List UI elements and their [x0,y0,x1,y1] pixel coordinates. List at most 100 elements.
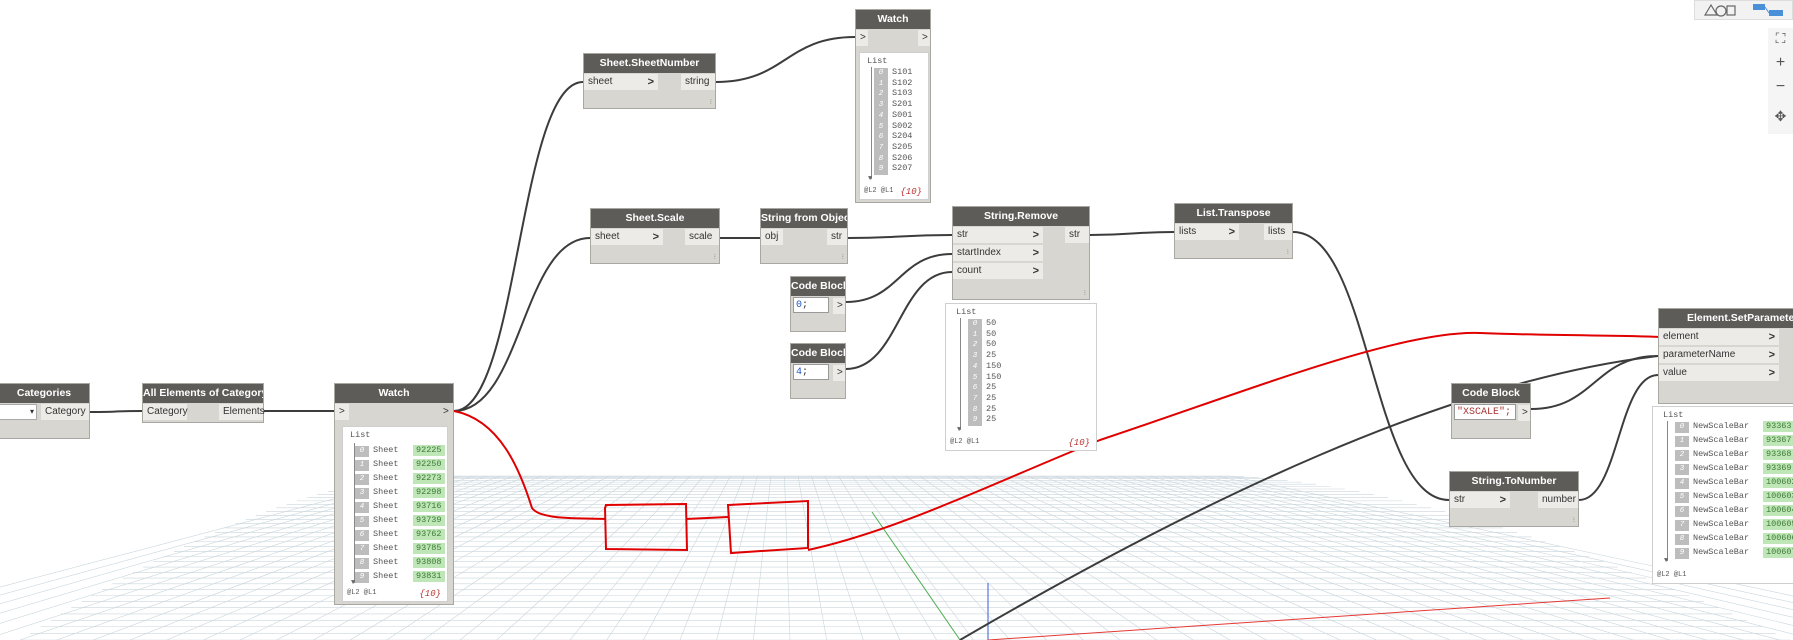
node-title: All Elements of Category [143,384,263,403]
watch-elements-node[interactable]: Watch > > List ▼ 0 Sheet 92225 1 Sheet 92250 2… [334,383,454,605]
output-port[interactable]: > [833,365,845,381]
list-value: S207 [892,163,913,174]
output-port[interactable]: > [439,404,453,420]
input-port-element: element > [1659,329,1779,345]
list-item: 0 Sheet 92225 [355,445,445,457]
sheet-scale-node[interactable]: Sheet.Scale sheet > scale ⁝ [590,208,720,264]
zoom-in-icon[interactable]: + [1768,54,1793,72]
graph-canvas[interactable]: Categories ▾ Category All Elements of Ca… [0,0,1793,640]
set-parameter-node[interactable]: Element.SetParameterBy element> paramete… [1658,308,1793,404]
list-value: 25 [986,414,997,425]
list-value: S205 [892,141,913,152]
list-item: 0 NewScaleBar 93363 [1675,421,1793,433]
output-port[interactable]: > [918,30,930,46]
element-id[interactable]: 100603 [1763,491,1793,502]
element-id[interactable]: 93785 [413,543,445,554]
input-port-sheet: sheet > [584,74,658,90]
category-dropdown[interactable]: ▾ [0,404,37,420]
code-block-node[interactable]: Code Block 4; > [790,343,846,399]
node-title: List.Transpose [1175,204,1292,223]
list-item: 9 S207 [874,163,913,176]
output-port[interactable]: > [1518,405,1530,421]
element-id[interactable]: 100606 [1763,533,1793,544]
string-remove-node[interactable]: String.Remove str > str startIndex > count… [952,206,1090,300]
output-port-string[interactable]: string [681,74,715,90]
wire-parametername[interactable] [1530,355,1659,410]
wire-count[interactable] [845,271,953,370]
element-id[interactable]: 93762 [413,529,445,540]
element-id[interactable]: 100605 [1763,519,1793,530]
wire-str-to-remove[interactable] [847,234,953,239]
list-value: NewScaleBar [1693,463,1750,473]
output-port-scale[interactable]: scale [685,229,719,245]
element-id[interactable]: 93831 [413,571,445,582]
code-editor[interactable]: "XSCALE"; [1454,404,1516,420]
input-port-obj[interactable]: obj [761,229,783,245]
element-id[interactable]: 93739 [413,515,445,526]
input-port[interactable]: > [335,404,349,420]
wire-startindex[interactable] [845,253,953,303]
input-port-sheet: sheet > [591,229,663,245]
output-port-number[interactable]: number [1538,492,1578,508]
input-port[interactable]: > [856,30,868,46]
output-port-str[interactable]: str [827,229,847,245]
list-item: 4 S001 [874,110,912,122]
list-label: List [867,56,888,66]
red-annotation-stroke [685,516,729,520]
code-editor[interactable]: 4; [793,364,829,380]
element-id[interactable]: 93368 [1763,449,1793,460]
list-index: 4 [1675,478,1689,489]
code-editor[interactable]: 0; [793,297,829,313]
list-item: 9 Sheet 93831 [355,571,445,583]
element-id[interactable]: 93367 [1763,435,1793,446]
list-value: Sheet [373,515,399,525]
element-id[interactable]: 93808 [413,557,445,568]
categories-node[interactable]: Categories ▾ Category [0,383,90,439]
node-title: Sheet.SheetNumber [584,54,715,73]
wire-remove-to-transpose[interactable] [1089,231,1175,236]
wire-to-watch-numbers[interactable] [715,36,856,83]
wire-category[interactable] [89,410,143,413]
element-id[interactable]: 92298 [413,487,445,498]
graph-view-icon[interactable] [1749,1,1789,19]
code-block-node[interactable]: Code Block "XSCALE"; > [1451,383,1531,439]
element-id[interactable]: 100604 [1763,505,1793,516]
all-elements-node[interactable]: All Elements of Category Category Elemen… [142,383,265,423]
element-id[interactable]: 93369 [1763,463,1793,474]
element-id[interactable]: 93716 [413,501,445,512]
list-transpose-node[interactable]: List.Transpose lists > lists ⁝ [1174,203,1293,259]
input-port-category[interactable]: Category [143,404,188,420]
list-value: NewScaleBar [1693,505,1750,515]
zoom-controls: ⛶ + − ✥ [1768,28,1793,134]
wire-to-sheet-scale[interactable] [453,237,591,412]
list-value: 25 [986,382,997,393]
output-port-category[interactable]: Category [41,404,89,420]
watch-numbers-node[interactable]: Watch > > List ▼ 0 S101 1 S102 2 S103 3 S201 4 S0… [855,9,931,203]
list-item: 4 NewScaleBar 100602 [1675,477,1793,489]
element-id[interactable]: 100607 [1763,547,1793,558]
element-id[interactable]: 100602 [1763,477,1793,488]
output-port-str[interactable]: str [1065,227,1089,243]
list-item: 4 150 [968,361,1006,373]
zoom-out-icon[interactable]: − [1768,78,1793,96]
list-item: 6 NewScaleBar 100604 [1675,505,1793,517]
pan-icon[interactable]: ✥ [1768,108,1793,125]
node-title: String.Remove [953,207,1089,226]
list-item: 3 NewScaleBar 93369 [1675,463,1793,475]
element-id[interactable]: 92273 [413,473,445,484]
output-port-lists[interactable]: lists [1264,224,1292,240]
fit-view-icon[interactable]: ⛶ [1768,30,1793,47]
string-from-object-node[interactable]: String from Object obj str ⁝ [760,208,848,264]
code-block-node[interactable]: Code Block 0; > [790,276,846,332]
element-id[interactable]: 92250 [413,459,445,470]
output-port[interactable]: > [833,298,845,314]
element-id[interactable]: 93363 [1763,421,1793,432]
element-id[interactable]: 92225 [413,445,445,456]
sheet-number-node[interactable]: Sheet.SheetNumber sheet > string ⁝ [583,53,716,109]
output-port-elements[interactable]: Elements [219,404,265,420]
wire-to-sheet-number[interactable] [453,81,584,412]
geometry-view-icon[interactable] [1701,1,1741,19]
node-title: Code Block [1452,384,1530,403]
string-to-number-node[interactable]: String.ToNumber str > number ⁝ [1449,471,1579,527]
wire-value[interactable] [1578,374,1659,501]
